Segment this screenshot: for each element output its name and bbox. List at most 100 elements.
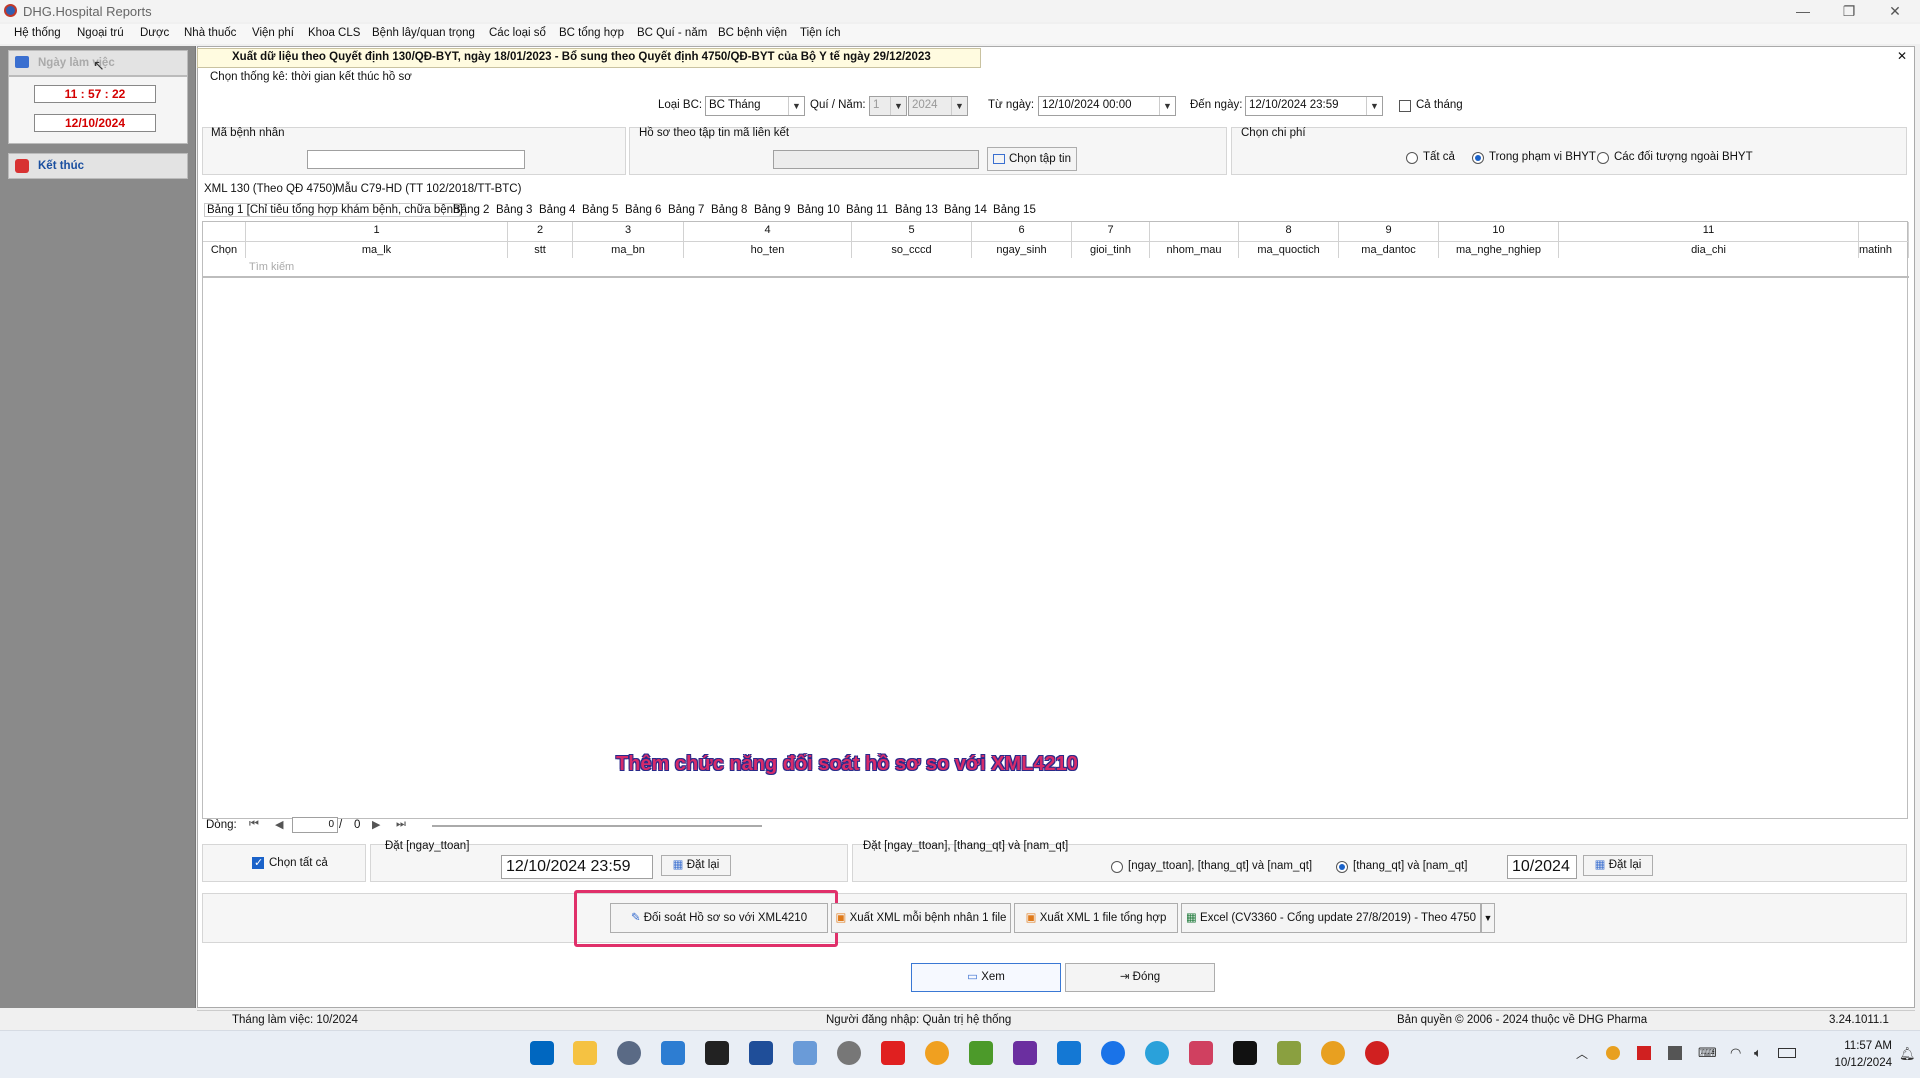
- period-option-b-radio[interactable]: [1336, 861, 1348, 873]
- hospital-app-icon[interactable]: [1365, 1041, 1389, 1065]
- app-star-icon[interactable]: [1189, 1041, 1213, 1065]
- set-date-input[interactable]: 12/10/2024 23:59: [501, 855, 653, 879]
- from-date-picker[interactable]: 12/10/2024 00:00 ▼: [1038, 96, 1176, 116]
- patient-code-input[interactable]: [307, 150, 525, 169]
- col-header[interactable]: 9 ma_dantoc: [1339, 222, 1439, 258]
- quarter-select[interactable]: 1 ▼: [869, 96, 907, 116]
- menu-bc-tong-hop[interactable]: BC tổng hợp: [559, 27, 624, 39]
- view-button[interactable]: ▭ Xem: [911, 963, 1061, 992]
- col-header[interactable]: 1 ma_lk: [246, 222, 508, 258]
- taskbar-time[interactable]: 11:57 AM: [1818, 1040, 1892, 1052]
- last-page-icon[interactable]: ⏭: [396, 818, 406, 831]
- visual-studio-icon[interactable]: [1013, 1041, 1037, 1065]
- choose-file-button[interactable]: Chọn tập tin: [987, 147, 1077, 171]
- col-header[interactable]: 7 gioi_tinh: [1072, 222, 1150, 258]
- minimize-button[interactable]: —: [1780, 0, 1826, 22]
- app-globe-icon[interactable]: [925, 1041, 949, 1065]
- menu-ngoai-tru[interactable]: Ngoại trú: [77, 27, 124, 39]
- menu-bc-benh-vien[interactable]: BC bệnh viện: [718, 27, 787, 39]
- workday-header[interactable]: Ngày làm việc ↖: [8, 50, 188, 76]
- to-date-picker[interactable]: 12/10/2024 23:59 ▼: [1245, 96, 1383, 116]
- tab-bang-1[interactable]: Bảng 1 [Chỉ tiêu tổng hợp khám bệnh, chữ…: [204, 203, 466, 217]
- whole-month-checkbox[interactable]: [1399, 100, 1411, 112]
- export-one-button[interactable]: ▣ Xuất XML 1 file tổng hợp: [1014, 903, 1178, 933]
- taskbar-date[interactable]: 10/12/2024: [1818, 1057, 1892, 1069]
- select-all-checkbox[interactable]: [252, 856, 264, 869]
- menu-cac-loai-so[interactable]: Các loại sổ: [489, 27, 546, 39]
- col-header[interactable]: matinh: [1859, 222, 1909, 258]
- tab-bang-10[interactable]: Bảng 10: [797, 204, 840, 216]
- col-header[interactable]: 10 ma_nghe_nghiep: [1439, 222, 1559, 258]
- grid-search-input[interactable]: Tìm kiếm: [249, 261, 294, 273]
- col-header[interactable]: 11 dia_chi: [1559, 222, 1859, 258]
- zalo-icon[interactable]: [1101, 1041, 1125, 1065]
- col-header[interactable]: Chọn: [203, 222, 246, 258]
- app-s-icon[interactable]: [881, 1041, 905, 1065]
- telegram-icon[interactable]: [1145, 1041, 1169, 1065]
- tab-bang-15[interactable]: Bảng 15: [993, 204, 1036, 216]
- tab-bang-8[interactable]: Bảng 8: [711, 204, 747, 216]
- vscode-icon[interactable]: [1057, 1041, 1081, 1065]
- menu-nha-thuoc[interactable]: Nhà thuốc: [184, 27, 236, 39]
- export-each-button[interactable]: ▣ Xuất XML mỗi bệnh nhân 1 file: [831, 903, 1011, 933]
- prev-page-icon[interactable]: ◀: [275, 818, 283, 831]
- reset-period-button[interactable]: ▦ Đặt lại: [1583, 855, 1653, 876]
- keyboard-icon[interactable]: ⌨: [1698, 1045, 1717, 1061]
- cost-non-bhyt-radio[interactable]: [1597, 152, 1609, 164]
- file-path-input[interactable]: [773, 150, 979, 169]
- search-app-icon[interactable]: [661, 1041, 685, 1065]
- month-year-input[interactable]: 10/2024: [1507, 855, 1577, 879]
- jetbrains-icon[interactable]: [1233, 1041, 1257, 1065]
- next-page-icon[interactable]: ▶: [372, 818, 380, 831]
- menu-khoa-cls[interactable]: Khoa CLS: [308, 27, 360, 39]
- tab-xml130[interactable]: XML 130 (Theo QĐ 4750): [204, 183, 336, 195]
- battery-icon[interactable]: [1778, 1048, 1796, 1058]
- tab-bang-2[interactable]: Bảng 2: [453, 204, 489, 216]
- year-select[interactable]: 2024 ▼: [908, 96, 968, 116]
- menu-vien-phi[interactable]: Viện phí: [252, 27, 294, 39]
- notepad-icon[interactable]: [969, 1041, 993, 1065]
- tray-device-icon[interactable]: [1668, 1046, 1682, 1060]
- col-header[interactable]: 5 so_cccd: [852, 222, 972, 258]
- tab-bang-13[interactable]: Bảng 13: [895, 204, 938, 216]
- tab-bang-7[interactable]: Bảng 7: [668, 204, 704, 216]
- maximize-button[interactable]: ❐: [1826, 0, 1872, 22]
- tab-bang-11[interactable]: Bảng 11: [846, 204, 888, 216]
- col-header[interactable]: 4 ho_ten: [684, 222, 852, 258]
- tray-chrome-icon[interactable]: [1606, 1046, 1620, 1060]
- tab-c79[interactable]: Mẫu C79-HD (TT 102/2018/TT-BTC): [335, 183, 521, 195]
- tab-bang-6[interactable]: Bảng 6: [625, 204, 661, 216]
- chrome-icon[interactable]: [1321, 1041, 1345, 1065]
- wifi-icon[interactable]: ◠: [1730, 1045, 1741, 1061]
- reset-date-button[interactable]: ▦ Đặt lại: [661, 855, 731, 876]
- menu-bc-qui-nam[interactable]: BC Quí - năm: [637, 27, 707, 39]
- menu-he-thong[interactable]: Hệ thống: [14, 27, 61, 39]
- excel-dropdown-button[interactable]: ▼: [1481, 903, 1495, 933]
- col-header[interactable]: 3 ma_bn: [573, 222, 684, 258]
- tab-bang-5[interactable]: Bảng 5: [582, 204, 618, 216]
- reconcile-button[interactable]: ✎ Đối soát Hồ sơ so với XML4210: [610, 903, 828, 933]
- volume-icon[interactable]: 🔈︎: [1754, 1045, 1762, 1061]
- col-header[interactable]: nhom_mau: [1150, 222, 1239, 258]
- excel-export-button[interactable]: ▦ Excel (CV3360 - Cổng update 27/8/2019)…: [1181, 903, 1481, 933]
- col-header[interactable]: 2 stt: [508, 222, 573, 258]
- windows-start-icon[interactable]: [530, 1041, 554, 1065]
- tray-app-icon[interactable]: [1637, 1046, 1651, 1060]
- report-type-select[interactable]: BC Tháng ▼: [705, 96, 805, 116]
- horizontal-scrollbar[interactable]: [432, 825, 762, 827]
- cost-bhyt-radio[interactable]: [1472, 152, 1484, 164]
- tab-bang-14[interactable]: Bảng 14: [944, 204, 987, 216]
- end-session-button[interactable]: Kết thúc: [8, 153, 188, 179]
- archive-icon[interactable]: [1277, 1041, 1301, 1065]
- tab-bang-4[interactable]: Bảng 4: [539, 204, 575, 216]
- col-header[interactable]: 6 ngay_sinh: [972, 222, 1072, 258]
- resource-monitor-icon[interactable]: [793, 1041, 817, 1065]
- close-window-button[interactable]: ✕: [1872, 0, 1918, 22]
- tab-bang-3[interactable]: Bảng 3: [496, 204, 532, 216]
- file-explorer-icon[interactable]: [573, 1041, 597, 1065]
- menu-tien-ich[interactable]: Tiện ích: [800, 27, 840, 39]
- terminal-icon[interactable]: [705, 1041, 729, 1065]
- col-header[interactable]: 8 ma_quoctich: [1239, 222, 1339, 258]
- tab-bang-9[interactable]: Bảng 9: [754, 204, 790, 216]
- cost-all-radio[interactable]: [1406, 152, 1418, 164]
